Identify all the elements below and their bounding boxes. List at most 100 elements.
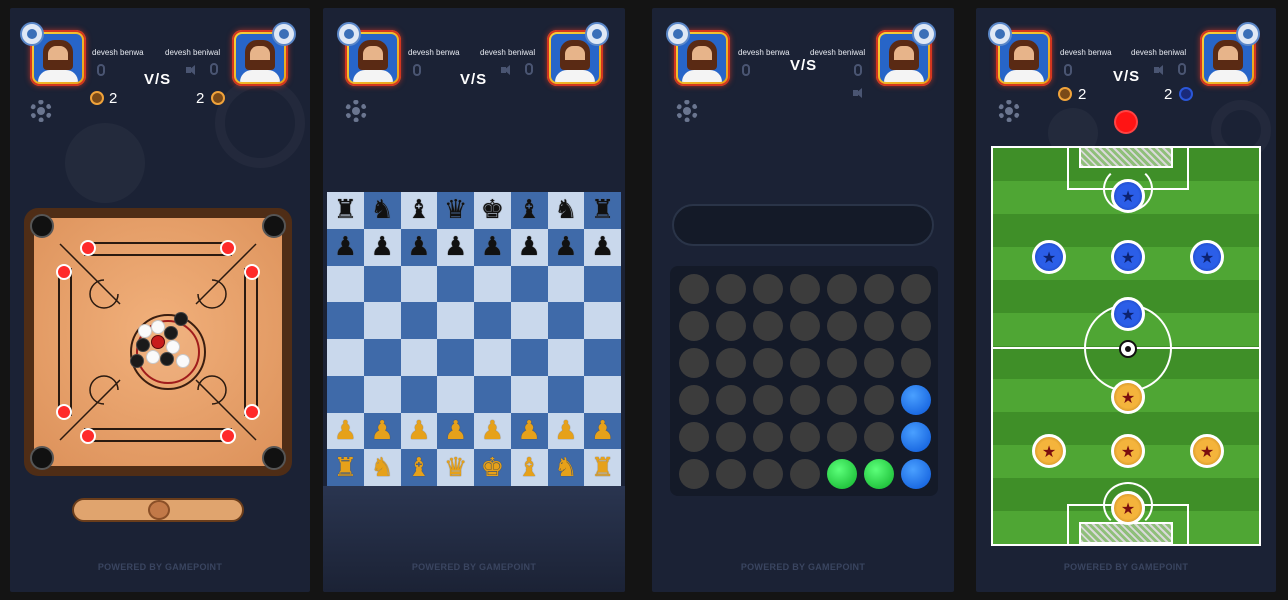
green-disc[interactable] (827, 459, 857, 489)
empty-slot[interactable] (827, 422, 857, 452)
chess-square[interactable]: ♞ (547, 192, 585, 229)
chess-square[interactable] (584, 302, 621, 339)
black-chess-piece[interactable]: ♟ (370, 234, 393, 260)
chess-square[interactable]: ♟ (437, 228, 474, 266)
speaker-icon[interactable] (501, 65, 513, 75)
carrom-board[interactable] (24, 208, 292, 476)
mic-icon[interactable] (742, 64, 750, 76)
left-player-avatar[interactable] (20, 22, 86, 86)
white-chess-piece[interactable]: ♟ (407, 418, 430, 444)
empty-slot[interactable] (716, 422, 746, 452)
chess-square[interactable] (363, 375, 401, 413)
chess-square[interactable]: ♜ (584, 449, 621, 486)
chess-square[interactable]: ♜ (327, 449, 364, 486)
chess-square[interactable]: ♟ (363, 228, 401, 266)
blue-team-piece[interactable]: ★ (1190, 240, 1224, 274)
empty-slot[interactable] (864, 311, 894, 341)
left-player-avatar[interactable] (988, 22, 1052, 86)
white-chess-piece[interactable]: ♝ (407, 455, 430, 481)
empty-slot[interactable] (753, 422, 783, 452)
gear-icon[interactable] (30, 100, 52, 122)
chess-square[interactable] (510, 265, 548, 303)
chess-square[interactable] (327, 265, 364, 303)
chess-square[interactable] (437, 265, 474, 303)
chess-square[interactable]: ♟ (400, 412, 438, 450)
chess-square[interactable] (437, 302, 474, 339)
chess-square[interactable]: ♟ (327, 412, 364, 450)
chess-square[interactable]: ♟ (474, 228, 511, 266)
chess-square[interactable]: ♟ (327, 228, 364, 266)
chess-square[interactable]: ♟ (400, 228, 438, 266)
chess-square[interactable] (510, 302, 548, 339)
chess-square[interactable]: ♚ (474, 192, 511, 229)
empty-slot[interactable] (716, 274, 746, 304)
empty-slot[interactable] (864, 385, 894, 415)
green-disc[interactable] (864, 459, 894, 489)
chess-square[interactable] (437, 375, 474, 413)
white-chess-piece[interactable]: ♟ (554, 418, 577, 444)
white-chess-piece[interactable]: ♚ (481, 455, 504, 481)
black-chess-piece[interactable]: ♞ (370, 197, 393, 223)
football-ball[interactable] (1119, 340, 1137, 358)
football-pitch[interactable]: ★ ★ ★ ★ ★ ★ ★ ★ ★ ★ (991, 146, 1261, 546)
black-chess-piece[interactable]: ♛ (444, 197, 467, 223)
chess-square[interactable] (547, 375, 585, 413)
gear-icon[interactable] (345, 100, 367, 122)
black-chess-piece[interactable]: ♜ (334, 197, 357, 223)
empty-slot[interactable] (753, 311, 783, 341)
empty-slot[interactable] (827, 274, 857, 304)
chess-square[interactable] (474, 302, 511, 339)
empty-slot[interactable] (827, 385, 857, 415)
white-chess-piece[interactable]: ♟ (370, 418, 393, 444)
empty-slot[interactable] (790, 422, 820, 452)
gear-icon[interactable] (998, 100, 1020, 122)
blue-disc[interactable] (901, 385, 931, 415)
white-chess-piece[interactable]: ♞ (554, 455, 577, 481)
chess-square[interactable] (437, 339, 474, 376)
striker-slider[interactable] (72, 498, 244, 522)
chess-square[interactable] (400, 265, 438, 303)
empty-slot[interactable] (716, 348, 746, 378)
empty-slot[interactable] (901, 311, 931, 341)
black-chess-piece[interactable]: ♟ (554, 234, 577, 260)
white-chess-piece[interactable]: ♟ (517, 418, 540, 444)
left-player-avatar[interactable] (666, 22, 730, 86)
chess-square[interactable] (547, 265, 585, 303)
black-chess-piece[interactable]: ♝ (407, 197, 430, 223)
white-chess-piece[interactable]: ♟ (591, 418, 614, 444)
chess-square[interactable] (510, 339, 548, 376)
empty-slot[interactable] (679, 274, 709, 304)
chess-square[interactable] (474, 339, 511, 376)
empty-slot[interactable] (901, 274, 931, 304)
empty-slot[interactable] (679, 348, 709, 378)
empty-slot[interactable] (790, 311, 820, 341)
white-chess-piece[interactable]: ♟ (334, 418, 357, 444)
empty-slot[interactable] (679, 311, 709, 341)
black-chess-piece[interactable]: ♝ (517, 197, 540, 223)
striker-handle[interactable] (148, 500, 170, 520)
blue-disc[interactable] (901, 459, 931, 489)
chess-square[interactable] (584, 265, 621, 303)
empty-slot[interactable] (901, 348, 931, 378)
chess-square[interactable]: ♚ (474, 449, 511, 486)
chess-square[interactable]: ♝ (510, 192, 548, 229)
mic-icon[interactable] (1064, 64, 1072, 76)
blue-team-piece[interactable]: ★ (1111, 297, 1145, 331)
black-chess-piece[interactable]: ♟ (517, 234, 540, 260)
empty-slot[interactable] (679, 385, 709, 415)
chess-square[interactable] (327, 375, 364, 413)
black-chess-piece[interactable]: ♚ (481, 197, 504, 223)
mic-icon[interactable] (525, 63, 533, 75)
empty-slot[interactable] (716, 385, 746, 415)
black-chess-piece[interactable]: ♟ (481, 234, 504, 260)
blue-disc[interactable] (901, 422, 931, 452)
chess-square[interactable]: ♟ (547, 412, 585, 450)
empty-slot[interactable] (827, 348, 857, 378)
chess-square[interactable]: ♟ (437, 412, 474, 450)
empty-slot[interactable] (753, 348, 783, 378)
white-chess-piece[interactable]: ♜ (334, 455, 357, 481)
gold-team-piece[interactable]: ★ (1190, 434, 1224, 468)
speaker-icon[interactable] (186, 65, 198, 75)
empty-slot[interactable] (753, 459, 783, 489)
gear-icon[interactable] (676, 100, 698, 122)
